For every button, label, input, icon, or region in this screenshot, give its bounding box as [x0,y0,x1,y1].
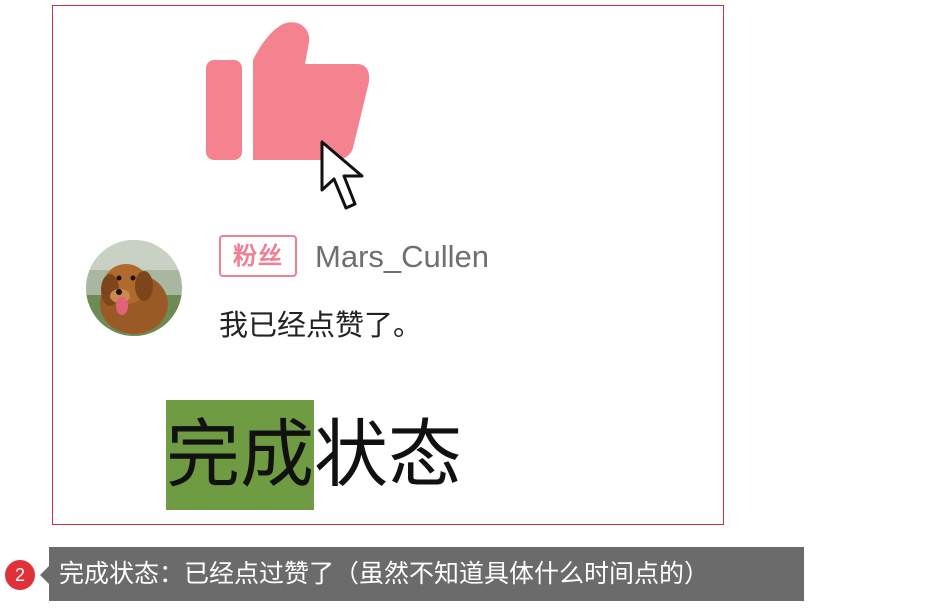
comment-text: 我已经点赞了。 [219,308,423,342]
dog-avatar-image [86,240,182,336]
caption-number-badge: 2 [5,560,35,590]
caption-pointer [40,566,49,584]
fan-badge: 粉丝 [219,235,297,277]
username[interactable]: Mars_Cullen [315,237,489,277]
user-avatar[interactable] [86,240,182,336]
state-label: 完成状态 [166,400,462,510]
state-highlight: 完成 [166,400,314,510]
cursor-arrow-icon [320,140,364,210]
caption-text: 完成状态：已经点过赞了（虽然不知道具体什么时间点的） [49,547,804,601]
state-rest: 状态 [314,412,462,498]
